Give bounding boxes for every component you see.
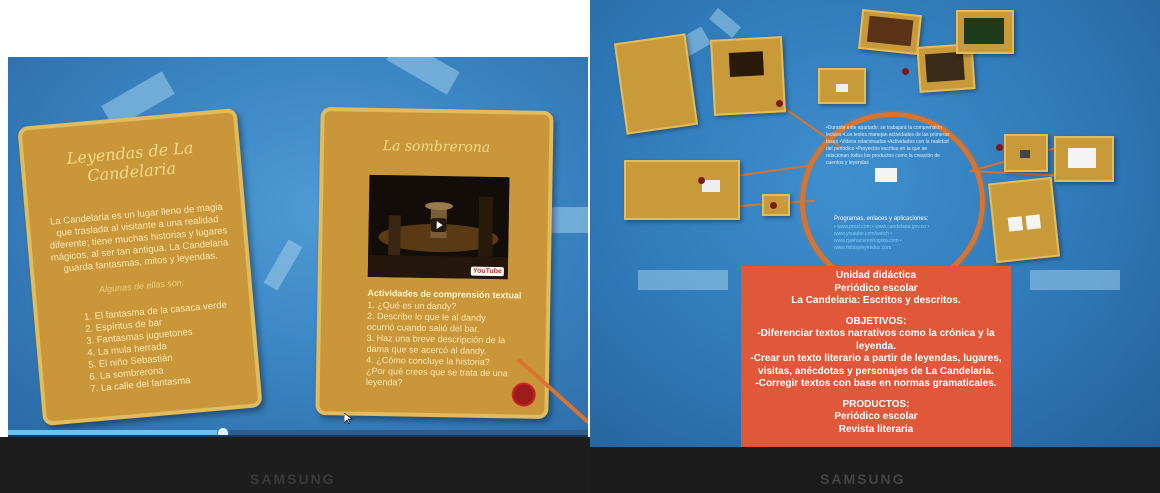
marker-dot	[996, 144, 1003, 151]
marker-dot	[698, 177, 705, 184]
left-photo: Leyendas de La Candelaria La Candelaria …	[0, 0, 590, 493]
play-icon	[430, 217, 447, 233]
objectives-line: PRODUCTOS:	[842, 398, 910, 410]
frame-thumbnail[interactable]	[858, 8, 922, 56]
marker-dot	[770, 202, 777, 209]
objectives-line: -Corregir textos con base en normas gram…	[755, 378, 997, 389]
brand-logo: SAMSUNG	[820, 471, 906, 487]
frame-image	[1068, 148, 1096, 168]
frame-image	[925, 51, 965, 83]
frame-image	[866, 15, 914, 47]
legends-card-title: Leyendas de La Candelaria	[65, 137, 195, 186]
legends-card-subhead: Algunas de ellas son:	[98, 277, 185, 295]
tape-decoration	[386, 57, 460, 95]
red-marker	[511, 382, 536, 407]
tape-decoration	[263, 239, 303, 291]
activity-item: 2. Describe lo que le al dandy ocurrió c…	[366, 310, 486, 334]
monitor-bezel: SAMSUNG	[0, 437, 590, 493]
frame-image	[964, 18, 1004, 44]
objectives-line: -Diferenciar textos narrativos como la c…	[757, 328, 995, 352]
legends-card[interactable]: Leyendas de La Candelaria La Candelaria …	[17, 107, 263, 427]
frame-thumbnail[interactable]	[613, 33, 699, 135]
objectives-panel: Unidad didáctica Periódico escolar La Ca…	[741, 266, 1011, 447]
frame-image	[728, 51, 764, 77]
frame-thumbnail[interactable]	[818, 68, 866, 104]
pin-icon	[220, 406, 228, 421]
youtube-logo-icon: YouTube	[470, 266, 504, 277]
ring-image	[875, 168, 897, 182]
activities-title: Actividades de comprensión textual	[367, 287, 522, 301]
mouse-cursor-icon	[344, 413, 353, 425]
tape-decoration	[1030, 270, 1120, 290]
legends-card-intro: La Candelaria es un lugar lleno de magia…	[49, 201, 229, 275]
objectives-line: Periódico escolar	[834, 282, 918, 294]
objectives-line: Periódico escolar	[834, 411, 918, 422]
frame-image	[1007, 216, 1024, 232]
objectives-line	[741, 308, 1011, 316]
frame-thumbnail[interactable]	[710, 36, 786, 116]
tape-decoration	[638, 270, 728, 290]
frame-image	[836, 84, 848, 92]
tape-decoration	[709, 7, 741, 39]
legends-list: 1. El fantasma de la casaca verde 2. Esp…	[84, 300, 234, 396]
brand-logo: SAMSUNG	[250, 471, 336, 487]
video-player[interactable]: YouTube	[367, 174, 510, 280]
objectives-line: Revista literaria	[838, 423, 914, 435]
objectives-line: La Candelaria: Escritos y descritos.	[791, 295, 961, 306]
monitor-bezel: SAMSUNG	[590, 447, 1160, 493]
marker-dot	[902, 68, 909, 75]
marker-dot	[776, 100, 783, 107]
frame-thumbnail[interactable]	[987, 176, 1061, 264]
frame-image	[1020, 150, 1030, 158]
right-photo: •Durante este apartado: se trabajará la …	[590, 0, 1160, 493]
objectives-line	[741, 391, 1011, 399]
prezi-screen-overview: •Durante este apartado: se trabajará la …	[590, 0, 1160, 447]
objectives-line: Unidad didáctica	[835, 270, 916, 281]
ring-programs-heading: Programas, enlaces y aplicaciones:	[834, 216, 929, 222]
frame-thumbnail[interactable]	[1004, 134, 1048, 172]
frame-thumbnail[interactable]	[956, 10, 1014, 54]
activities-list: 1. ¿Qué es un dandy? 2. Describe lo que …	[366, 300, 513, 391]
sombrerona-card-title: La sombrerona	[382, 138, 491, 156]
ring-links[interactable]: • www.prezi.com • www.candelaria.gov.co …	[834, 224, 954, 252]
frame-thumbnail[interactable]	[624, 160, 740, 220]
ring-description: •Durante este apartado: se trabajará la …	[826, 125, 950, 166]
frame-thumbnail[interactable]	[1054, 136, 1114, 182]
prezi-screen-left: Leyendas de La Candelaria La Candelaria …	[8, 57, 588, 437]
objectives-line: -Crear un texto literario a partir de le…	[750, 353, 1002, 377]
sombrerona-card[interactable]: La sombrerona YouTube Actividades de com…	[315, 106, 554, 420]
activity-item: 3. Haz una breve descripción de la dama …	[366, 332, 506, 356]
activity-item: 4. ¿Cómo concluye la historia? ¿Por qué …	[365, 354, 508, 388]
objectives-line: OBJETIVOS:	[845, 315, 907, 327]
youtube-logo-text: YouTube	[472, 267, 502, 276]
frame-image	[1025, 214, 1041, 230]
